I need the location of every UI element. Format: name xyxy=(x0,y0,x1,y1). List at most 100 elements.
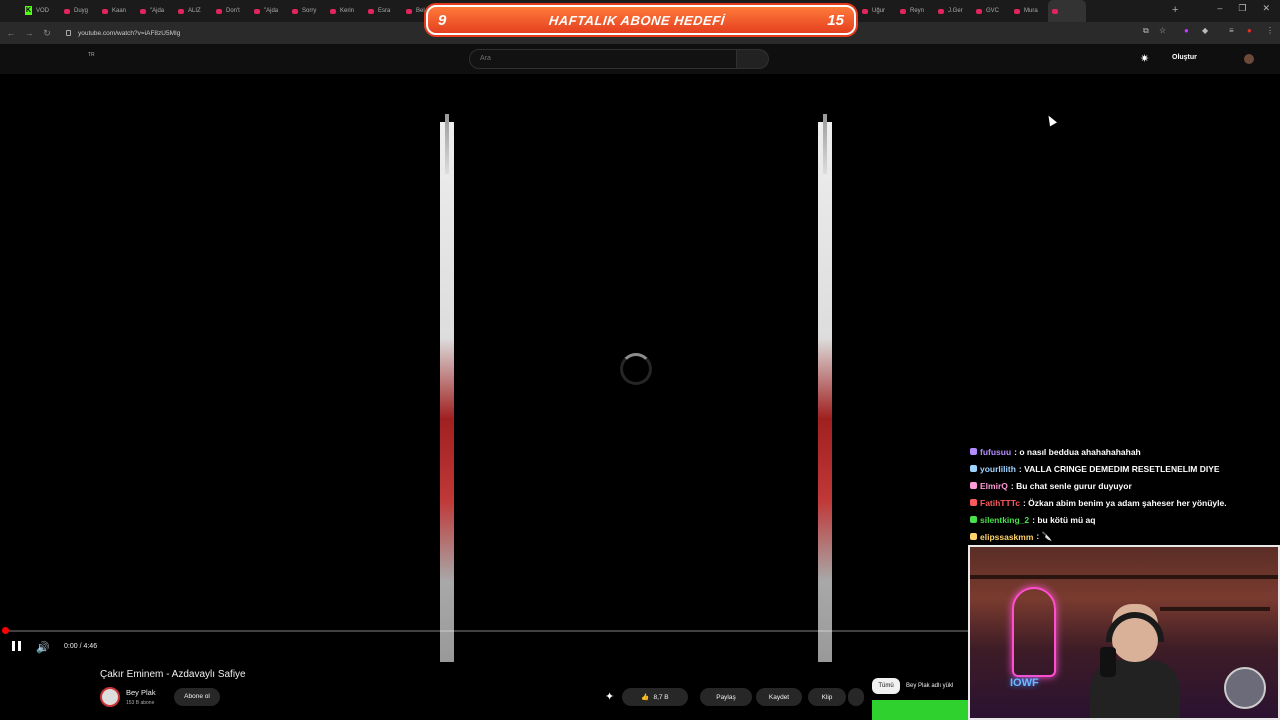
chat-username: ElmirQ xyxy=(980,480,1008,491)
chat-message: fufusuu: o nasıl beddua ahahahahahah xyxy=(970,443,1280,460)
maximize-icon[interactable]: ❐ xyxy=(1238,3,1246,14)
chip-all[interactable]: Tümü xyxy=(872,678,900,694)
minimize-icon[interactable]: – xyxy=(1217,3,1222,14)
chat-message-text: : bu kötü mü aq xyxy=(1032,514,1096,525)
tab-favicon-icon xyxy=(254,8,260,14)
like-button[interactable]: 👍 8,7 B xyxy=(622,688,688,706)
window-controls: – ❐ ✕ xyxy=(1217,3,1270,14)
browser-tab[interactable]: Kaan xyxy=(98,0,136,22)
tab-label: VOD xyxy=(36,8,50,14)
browser-tab[interactable] xyxy=(1048,0,1086,22)
save-button[interactable]: Kaydet xyxy=(756,688,802,706)
ask-sparkle-icon[interactable]: ✦ xyxy=(605,690,614,703)
media-controls-icon[interactable]: ≡ xyxy=(1229,26,1234,35)
tab-label: Duyg xyxy=(74,8,89,14)
clip-button[interactable]: Klip xyxy=(808,688,846,706)
chat-message: FatihTTTc: Özkan abim benim ya adam şahe… xyxy=(970,494,1280,511)
chat-badge-icon xyxy=(970,448,977,455)
tab-label: ALIZ xyxy=(188,8,201,14)
browser-tab[interactable]: Mura xyxy=(1010,0,1048,22)
chat-badge-icon xyxy=(970,465,977,472)
tab-favicon-icon xyxy=(900,8,906,14)
video-player[interactable] xyxy=(0,74,968,662)
subscribe-button[interactable]: Abone ol xyxy=(174,688,220,706)
close-window-icon[interactable]: ✕ xyxy=(1262,3,1270,14)
chat-message-text: : 🔪 xyxy=(1036,531,1053,541)
like-count: 8,7 B xyxy=(653,693,669,701)
browser-tab[interactable]: Kerin xyxy=(326,0,364,22)
browser-tab[interactable]: Esra xyxy=(364,0,402,22)
tab-favicon-icon xyxy=(1052,8,1058,14)
back-icon[interactable]: ← xyxy=(4,28,18,38)
screen: K VOD Duyg Kaan "Ajda ALIZ Don't "Ajda Sorry Ker… xyxy=(0,0,1280,720)
share-button[interactable]: Paylaş xyxy=(700,688,752,706)
search-button[interactable] xyxy=(737,49,769,69)
browser-tab[interactable]: Duyg xyxy=(60,0,98,22)
chat-message: yourlilith: VALLA CRINGE DEMEDIM RESETLE… xyxy=(970,460,1280,477)
pause-button[interactable] xyxy=(10,641,22,653)
chat-badge-icon xyxy=(970,533,977,540)
browser-menu-icon[interactable]: ⋮ xyxy=(1266,26,1274,35)
channel-avatar[interactable] xyxy=(100,687,120,707)
browser-tab[interactable]: ALIZ xyxy=(174,0,212,22)
browser-tab[interactable]: Don't xyxy=(212,0,250,22)
tab-label: GVC xyxy=(986,8,1000,14)
chip-channel-uploads[interactable]: Bey Plak adlı yükl xyxy=(906,678,953,694)
volume-icon[interactable]: 🔊 xyxy=(36,641,50,654)
tab-label: Sorry xyxy=(302,8,317,14)
account-avatar[interactable] xyxy=(1244,54,1254,64)
stream-chat-overlay: fufusuu: o nasıl beddua ahahahahahah your… xyxy=(970,443,1280,545)
tab-favicon-icon xyxy=(216,8,222,14)
chat-message-text: : o nasıl beddua ahahahahahah xyxy=(1014,446,1141,457)
bookmark-star-icon[interactable]: ☆ xyxy=(1159,26,1166,35)
recommended-thumbnail[interactable] xyxy=(872,700,968,720)
create-button[interactable]: Oluştur xyxy=(1172,54,1197,61)
chat-message-text: : Özkan abim benim ya adam şaheser her y… xyxy=(1022,497,1227,508)
more-actions-button[interactable] xyxy=(848,688,864,706)
browser-tab[interactable]: Uğur xyxy=(858,0,896,22)
profile-icon[interactable]: ● xyxy=(1247,26,1252,35)
shelf xyxy=(970,575,1278,579)
site-info-icon[interactable] xyxy=(66,30,71,36)
new-tab-button[interactable]: + xyxy=(1172,4,1178,16)
tab-label: "Ajda xyxy=(150,8,165,14)
browser-tab[interactable]: J.Ger xyxy=(934,0,972,22)
kick-favicon-icon[interactable]: K xyxy=(25,6,32,15)
subscriber-goal-banner: 9 HAFTALIK ABONE HEDEFİ 15 xyxy=(426,5,856,35)
search-input[interactable]: Ara xyxy=(469,49,737,69)
browser-tab[interactable]: Sorry xyxy=(288,0,326,22)
browser-tab[interactable]: "Ajda xyxy=(136,0,174,22)
url-text: youtube.com/watch?v=iAF8zU5MIg xyxy=(78,29,181,37)
gaming-chair-logo xyxy=(1224,667,1266,709)
goal-target: 15 xyxy=(827,11,844,29)
browser-tab[interactable]: "Ajda xyxy=(250,0,288,22)
chat-username: yourlilith xyxy=(980,463,1016,474)
tab-label: Reyn xyxy=(910,8,925,14)
extension-icon[interactable]: ● xyxy=(1184,26,1189,35)
time-display: 0:00 / 4:46 xyxy=(64,643,98,650)
tab-label: Don't xyxy=(226,8,240,14)
chat-message: ElmirQ: Bu chat senle gurur duyuyor xyxy=(970,477,1280,494)
progress-bar[interactable] xyxy=(6,630,968,632)
browser-tab[interactable]: Reyn xyxy=(896,0,934,22)
neon-sign-text: IOWF xyxy=(1010,677,1039,689)
video-title: Çakır Eminem - Azdavaylı Safiye xyxy=(100,669,246,680)
tab-label: Kerin xyxy=(340,8,355,14)
forward-icon[interactable]: → xyxy=(22,28,36,38)
neon-sign xyxy=(1012,587,1056,677)
tab-favicon-icon xyxy=(178,8,184,14)
install-app-icon[interactable]: ⧉ xyxy=(1143,26,1149,36)
channel-name[interactable]: Bey Plak xyxy=(126,688,156,697)
browser-tab[interactable]: GVC xyxy=(972,0,1010,22)
scrubber-handle[interactable] xyxy=(2,627,9,634)
loading-spinner-icon xyxy=(620,353,652,385)
youtube-masthead: TR Ara ✷ Oluştur xyxy=(0,44,1280,74)
video-frame-pillar-right xyxy=(818,114,832,662)
reload-icon[interactable]: ↻ xyxy=(40,28,54,39)
extensions-puzzle-icon[interactable]: ◆ xyxy=(1202,26,1208,35)
tab-favicon-icon xyxy=(140,8,146,14)
tab-favicon-icon xyxy=(1014,8,1020,14)
country-code: TR xyxy=(88,52,95,58)
chat-username: silentking_2 xyxy=(980,514,1030,525)
settings-gear-icon[interactable]: ✷ xyxy=(1140,54,1151,65)
